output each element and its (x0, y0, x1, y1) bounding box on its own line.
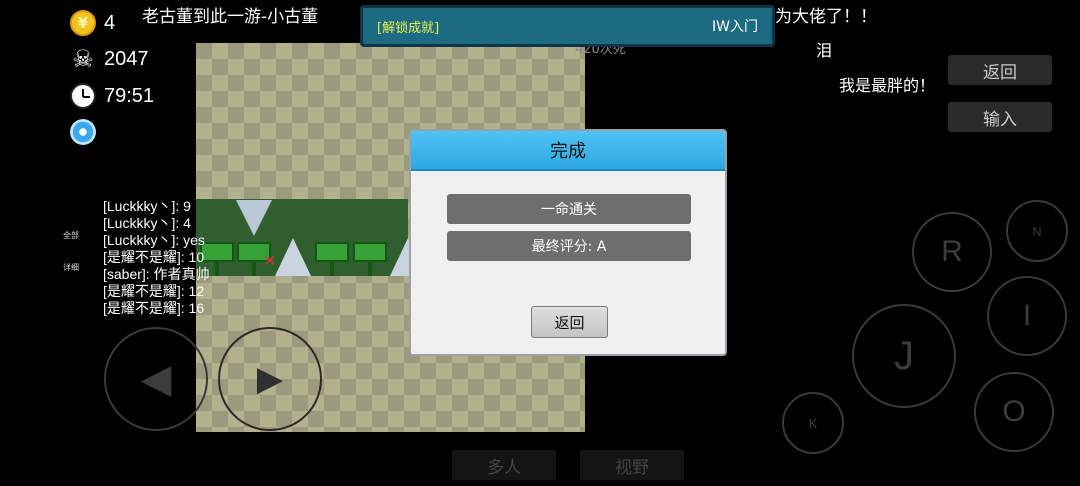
o-button[interactable]: O (974, 372, 1054, 452)
move-right-button[interactable]: ▶ (218, 327, 322, 431)
dialog-title: 完成 (411, 131, 725, 171)
chat-log: [Luckkky丶]: 9 [Luckkky丶]: 4 [Luckkky丶]: … (103, 198, 210, 317)
chat-line: [saber]: 作者真帅 (103, 266, 210, 282)
broadcast-text: 为大佬了！！ (775, 7, 877, 27)
dialog-back-button[interactable]: 返回 (531, 306, 608, 338)
view-button[interactable]: 视野 (580, 450, 684, 480)
death-counter: ☠ 2047 (70, 45, 149, 73)
swirl-icon[interactable] (70, 119, 96, 145)
coin-count: 4 (104, 11, 116, 34)
multiplayer-button[interactable]: 多人 (452, 450, 556, 480)
chat-bubble-fat: 我是最胖的！ (839, 76, 936, 95)
jump-button[interactable]: J (852, 304, 956, 408)
chat-line: [Luckkky丶]: 4 (103, 215, 191, 231)
chat-line: [是耀不是耀]: 12 (103, 283, 205, 299)
achievement-tag: [解锁成就] (377, 20, 440, 36)
coin-counter: ¥ 4 (70, 10, 115, 36)
portal-indicator[interactable] (70, 119, 96, 145)
arrow-left-icon: ◀ (140, 357, 172, 401)
death-count: 2047 (104, 47, 149, 70)
no-death-clear-label: 一命通关 (447, 194, 691, 224)
spike-down-icon (236, 200, 272, 236)
move-left-button[interactable]: ◀ (104, 327, 208, 431)
final-score-label: 最终评分: A (447, 231, 691, 261)
timer: 79:51 (70, 83, 154, 109)
chat-tab-detail[interactable]: 详细 (63, 262, 79, 273)
achievement-name: IW入门 (712, 19, 758, 35)
i-button[interactable]: I (987, 276, 1067, 356)
completion-dialog: 完成 一命通关 最终评分: A 返回 (409, 129, 727, 356)
achievement-banner: [解锁成就] IW入门 (360, 5, 775, 47)
save-point-marker-icon: ✕ (263, 251, 277, 270)
n-button[interactable]: N (1006, 200, 1068, 262)
k-button[interactable]: K (782, 392, 844, 454)
r-button[interactable]: R (912, 212, 992, 292)
chat-line: [Luckkky丶]: yes (103, 232, 205, 248)
back-button[interactable]: 返回 (948, 55, 1052, 85)
green-sign-icon (353, 242, 387, 276)
clock-icon (70, 83, 96, 109)
arrow-right-icon: ▶ (256, 360, 284, 398)
input-button[interactable]: 输入 (948, 102, 1052, 132)
chat-tab-all[interactable]: 全部 (63, 230, 79, 241)
room-title: 老古董到此一游-小古董 (142, 7, 319, 27)
spike-up-icon (275, 238, 311, 276)
chat-line: [是耀不是耀]: 16 (103, 300, 205, 316)
skull-icon: ☠ (72, 45, 94, 73)
timer-value: 79:51 (104, 84, 155, 107)
chat-line: [是耀不是耀]: 10 (103, 249, 205, 265)
chat-line: [Luckkky丶]: 9 (103, 198, 191, 214)
coin-icon: ¥ (70, 10, 96, 36)
green-sign-icon (315, 242, 349, 276)
chat-bubble-tear: 泪 (816, 41, 833, 60)
